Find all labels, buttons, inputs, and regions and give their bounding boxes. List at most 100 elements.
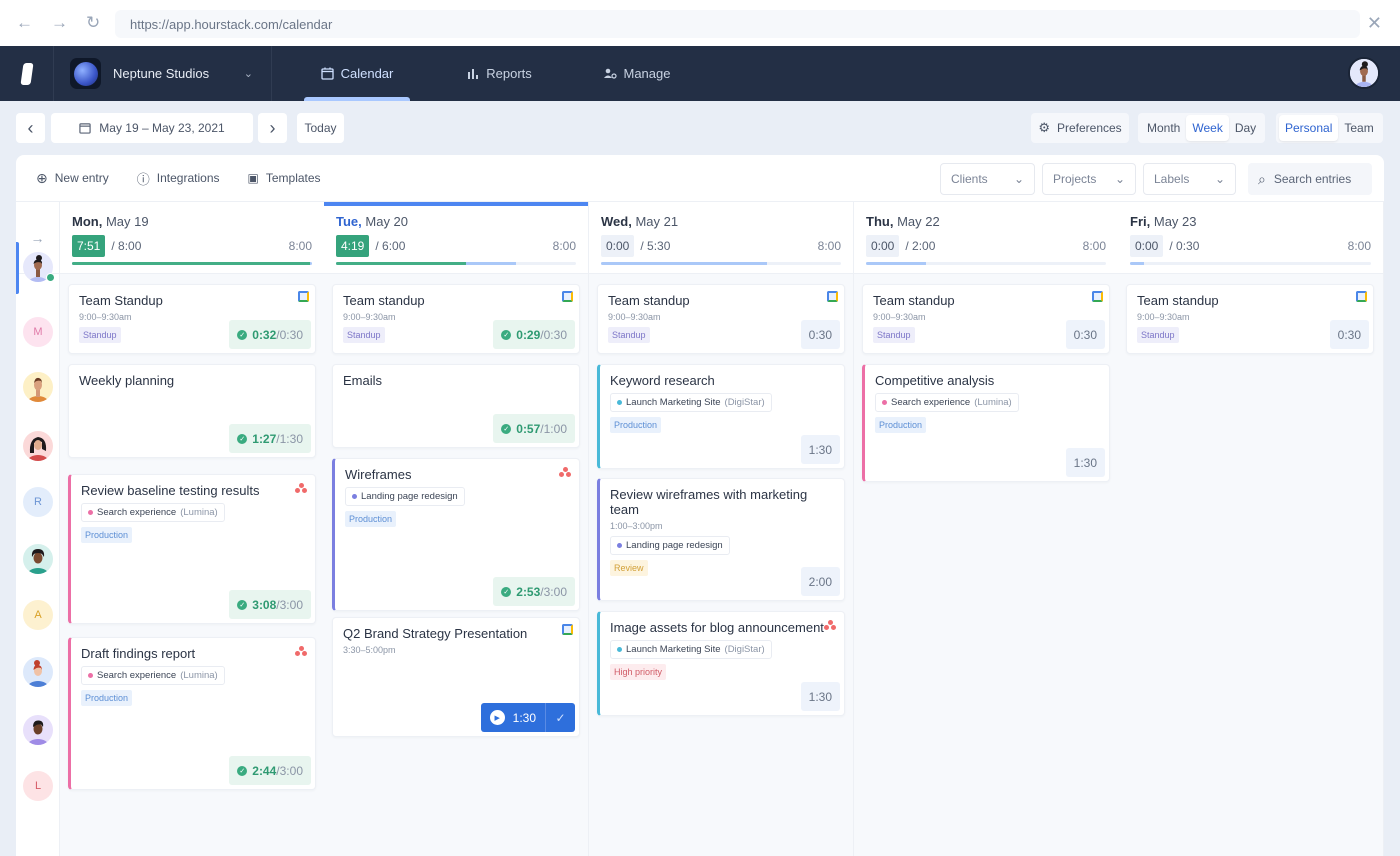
entry-label[interactable]: Standup — [873, 327, 915, 343]
time-entry-card[interactable]: Q2 Brand Strategy Presentation 3:30–5:00p… — [332, 617, 580, 737]
entry-label[interactable]: Production — [345, 511, 397, 527]
day-header[interactable]: Fri, May 23 0:00 / 0:30 8:00 — [1118, 202, 1383, 274]
time-entry-card[interactable]: Team standup 9:00–9:30am Standup 0:30 — [1126, 284, 1374, 354]
day-header[interactable]: Thu, May 22 0:00 / 2:00 8:00 — [854, 202, 1118, 274]
integrations-button[interactable]: ⓘ Integrations — [137, 169, 220, 188]
view-week[interactable]: Week — [1186, 115, 1229, 141]
planned-duration[interactable]: 1:30 — [1065, 448, 1105, 477]
scope-personal[interactable]: Personal — [1279, 115, 1339, 141]
back-icon[interactable]: ← — [16, 13, 33, 33]
next-week-button[interactable]: › — [258, 113, 287, 143]
entry-label[interactable]: Standup — [343, 327, 385, 343]
planned-duration[interactable]: 0:30 — [1065, 320, 1105, 349]
start-timer-button[interactable]: ▶ 1:30 ✓ — [480, 703, 575, 732]
person-avatar[interactable] — [23, 657, 53, 687]
time-entry-card[interactable]: Team Standup 9:00–9:30am Standup ✓ 0:32/0:30 — [68, 284, 316, 354]
view-switcher: Month Week Day — [1138, 113, 1266, 143]
entry-label[interactable]: High priority — [610, 664, 667, 680]
entry-label[interactable]: Production — [610, 417, 662, 433]
day-header[interactable]: Wed, May 21 0:00/ 5:30 8:00 — [589, 202, 853, 274]
time-entry-card[interactable]: Review baseline testing results Search ex… — [68, 474, 316, 624]
date-range-picker[interactable]: May 19 – May 23, 2021 — [51, 113, 253, 143]
complete-check-button[interactable]: ✓ — [545, 703, 575, 732]
tracked-duration[interactable]: ✓ 1:27/1:30 — [229, 424, 311, 453]
person-avatar[interactable] — [23, 372, 53, 402]
clients-filter[interactable]: Clients ⌄ — [940, 163, 1035, 195]
tracked-duration[interactable]: ✓ 0:29/0:30 — [493, 320, 575, 349]
day-header[interactable]: Mon, May 19 7:51 / 8:00 8:00 — [60, 202, 324, 274]
preferences-button[interactable]: ⚙ Preferences — [1031, 113, 1129, 143]
planned-duration[interactable]: 1:30 — [800, 682, 840, 711]
tab-manage[interactable]: Manage — [592, 46, 682, 101]
person-avatar[interactable] — [23, 431, 53, 461]
play-button[interactable]: ▶ 1:30 — [480, 703, 545, 732]
project-tag[interactable]: Search experience (Lumina) — [875, 393, 1019, 412]
time-entry-card[interactable]: Draft findings report Search experience (L… — [68, 637, 316, 790]
time-entry-card[interactable]: Emails ✓ 0:57/1:00 — [332, 364, 580, 448]
time-entry-card[interactable]: Review wireframes with marketing team 1:0… — [597, 478, 845, 601]
time-entry-card[interactable]: Team standup 9:00–9:30am Standup ✓ 0:29/0:30 — [332, 284, 580, 354]
day-column: Fri, May 23 0:00 / 0:30 8:00 Team standup 9:0… — [1118, 202, 1384, 856]
person-initial-avatar[interactable]: A — [23, 600, 53, 630]
tracked-duration[interactable]: ✓ 3:08/3:00 — [229, 590, 311, 619]
time-entry-card[interactable]: Team standup 9:00–9:30am Standup 0:30 — [597, 284, 845, 354]
entry-label[interactable]: Production — [81, 527, 133, 543]
scope-team[interactable]: Team — [1338, 115, 1379, 141]
person-initial-avatar[interactable]: M — [23, 317, 53, 347]
person-initial-avatar[interactable]: L — [23, 771, 53, 801]
day-header[interactable]: Tue, May 20 4:19 / 6:00 8:00 — [324, 202, 588, 274]
projects-filter-label: Projects — [1053, 172, 1097, 186]
project-tag[interactable]: Landing page redesign — [610, 536, 730, 555]
time-entry-card[interactable]: Competitive analysis Search experience (Lu… — [862, 364, 1110, 482]
labels-filter[interactable]: Labels ⌄ — [1143, 163, 1236, 195]
time-entry-card[interactable]: Keyword research Launch Marketing Site (Di… — [597, 364, 845, 469]
tracked-duration[interactable]: ✓ 0:32/0:30 — [229, 320, 311, 349]
person-avatar[interactable] — [23, 715, 53, 745]
url-bar[interactable]: https://app.hourstack.com/calendar — [115, 10, 1360, 38]
project-tag[interactable]: Landing page redesign — [345, 487, 465, 506]
project-tag[interactable]: Search experience (Lumina) — [81, 503, 225, 522]
time-entry-card[interactable]: Weekly planning ✓ 1:27/1:30 — [68, 364, 316, 458]
tracked-duration[interactable]: ✓ 2:44/3:00 — [229, 756, 311, 785]
templates-button[interactable]: ▣ Templates — [248, 171, 321, 185]
entry-label[interactable]: Production — [81, 690, 133, 706]
tracked-duration[interactable]: ✓ 0:57/1:00 — [493, 414, 575, 443]
forward-icon[interactable]: → — [51, 13, 68, 33]
time-entry-card[interactable]: Team standup 9:00–9:30am Standup 0:30 — [862, 284, 1110, 354]
planned-duration[interactable]: 1:30 — [800, 435, 840, 464]
close-icon[interactable]: ✕ — [1367, 13, 1382, 34]
planned-duration[interactable]: 0:30 — [800, 320, 840, 349]
time-entry-card[interactable]: Image assets for blog announcement Launch… — [597, 611, 845, 716]
projects-filter[interactable]: Projects ⌄ — [1042, 163, 1136, 195]
time-entry-card[interactable]: Wireframes Landing page redesign Productio… — [332, 458, 580, 611]
entry-label[interactable]: Review — [610, 560, 648, 576]
planned-value: /3:00 — [276, 763, 303, 778]
hourstack-logo[interactable] — [0, 46, 54, 101]
planned-duration[interactable]: 0:30 — [1329, 320, 1369, 349]
new-entry-button[interactable]: ⊕ New entry — [36, 170, 109, 187]
reload-icon[interactable]: ↻ — [86, 13, 100, 33]
project-tag[interactable]: Search experience (Lumina) — [81, 666, 225, 685]
entry-title: Review wireframes with marketing team — [610, 487, 808, 517]
view-month[interactable]: Month — [1141, 115, 1186, 141]
view-day[interactable]: Day — [1229, 115, 1262, 141]
person-initial-avatar[interactable]: R — [23, 487, 53, 517]
tab-reports[interactable]: Reports — [455, 46, 545, 101]
entry-label[interactable]: Standup — [1137, 327, 1179, 343]
entry-label[interactable]: Standup — [79, 327, 121, 343]
today-button[interactable]: Today — [297, 113, 344, 143]
search-input[interactable]: ⌕ Search entries — [1248, 163, 1372, 195]
tab-calendar[interactable]: Calendar — [304, 46, 410, 101]
project-tag[interactable]: Launch Marketing Site (DigiStar) — [610, 393, 772, 412]
person-avatar[interactable] — [23, 544, 53, 574]
workspace-switcher[interactable]: Neptune Studios ⌄ — [54, 46, 272, 101]
tracked-duration[interactable]: ✓ 2:53/3:00 — [493, 577, 575, 606]
user-avatar[interactable] — [1348, 57, 1380, 89]
person-avatar[interactable] — [16, 242, 55, 294]
entry-label[interactable]: Standup — [608, 327, 650, 343]
planned-duration[interactable]: 2:00 — [800, 567, 840, 596]
entry-label[interactable]: Production — [875, 417, 927, 433]
prev-week-button[interactable]: ‹ — [16, 113, 45, 143]
project-tag[interactable]: Launch Marketing Site (DigiStar) — [610, 640, 772, 659]
project-row: Launch Marketing Site (DigiStar) — [610, 635, 834, 659]
